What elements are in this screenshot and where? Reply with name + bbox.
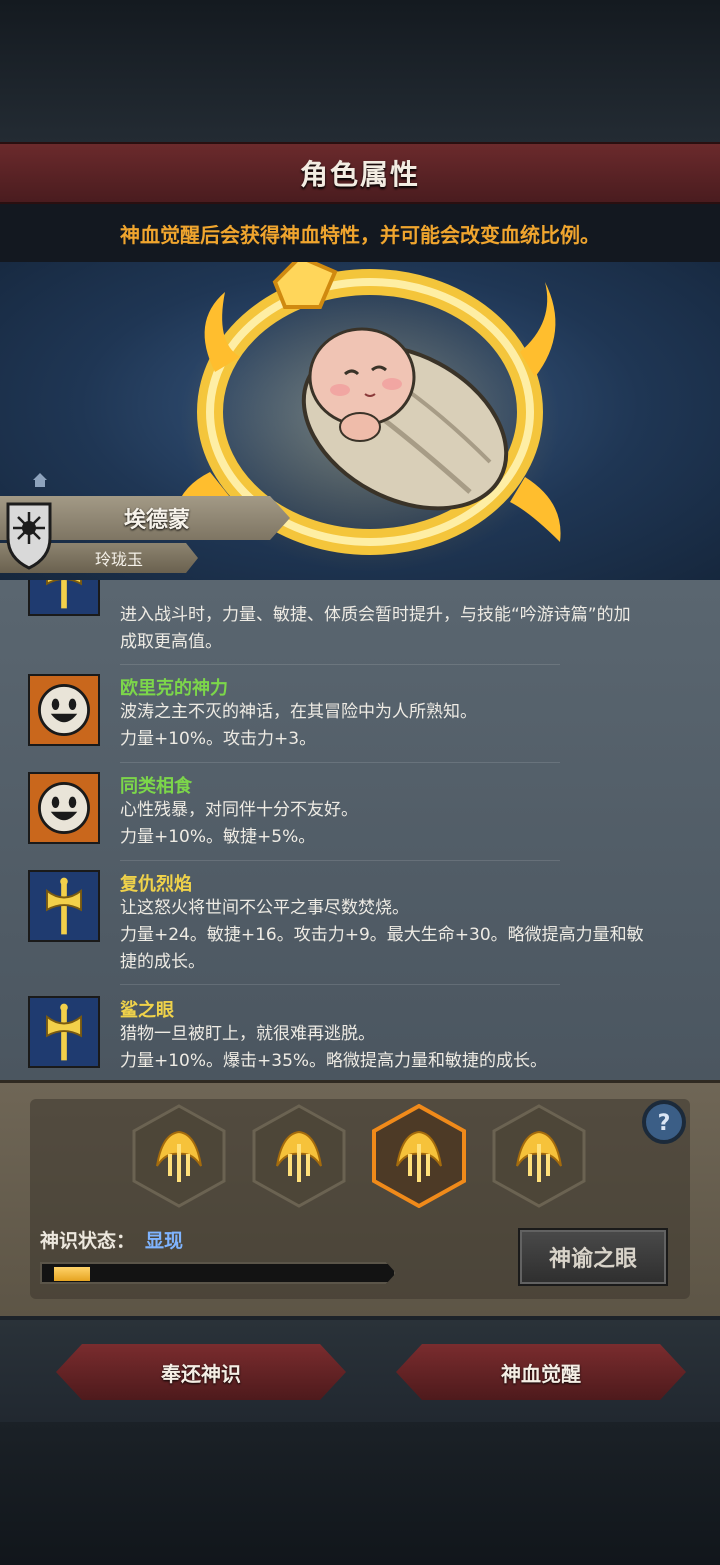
- return-divine-sense-label: 奉还神识: [161, 1361, 241, 1386]
- trait-name: 欧里克的神力: [120, 678, 228, 699]
- svg-text:?: ?: [658, 1111, 671, 1136]
- trait-description: 猎物一旦被盯上，就很难再逃脱。: [120, 1024, 375, 1044]
- trait-list[interactable]: 进入战斗时，力量、敏捷、体质会暂时提升，与技能“吟游诗篇”的加 成取更高值。 欧…: [0, 580, 720, 1080]
- axe-icon: [28, 996, 100, 1068]
- divider: [120, 984, 560, 985]
- trait-description: 进入战斗时，力量、敏捷、体质会暂时提升，与技能“吟游诗篇”的加: [120, 605, 631, 625]
- trait-effect: 力量+10%。攻击力+3。: [120, 729, 317, 749]
- divider: [120, 664, 560, 665]
- divine-slot-2[interactable]: [252, 1104, 346, 1208]
- divider: [120, 762, 560, 763]
- oracle-eye-label: 神谕之眼: [548, 1247, 637, 1272]
- trait-effect-continued: 捷的成长。: [120, 952, 205, 972]
- hint-bar: 神血觉醒后会获得神血特性，并可能会改变血统比例。: [0, 204, 720, 262]
- trait-name: 同类相食: [120, 776, 192, 797]
- divine-state-label: 神识状态：: [40, 1230, 136, 1252]
- divine-progress-bar: [40, 1262, 396, 1284]
- help-question-icon[interactable]: ?: [641, 1099, 687, 1145]
- home-icon: [33, 473, 47, 487]
- divine-slot-3-selected[interactable]: [372, 1104, 466, 1208]
- title-bar: 角色属性: [0, 142, 720, 204]
- progress-fill: [54, 1267, 90, 1281]
- divine-blood-awaken-button[interactable]: 神血觉醒: [396, 1344, 686, 1400]
- trait-name: 复仇烈焰: [120, 874, 192, 895]
- axe-icon: [28, 870, 100, 942]
- character-name: 埃德蒙: [124, 508, 191, 533]
- divine-slot-4[interactable]: [492, 1104, 586, 1208]
- divine-slot-1[interactable]: [132, 1104, 226, 1208]
- page-title: 角色属性: [299, 158, 420, 191]
- divine-blood-awaken-label: 神血觉醒: [501, 1361, 581, 1386]
- trait-effect: 力量+24。敏捷+16。攻击力+9。最大生命+30。略微提高力量和敏: [120, 925, 644, 945]
- smiley-face-icon: [28, 772, 100, 844]
- trait-effect: 成取更高值。: [120, 632, 222, 652]
- smiley-face-icon: [28, 674, 100, 746]
- trait-effect: 力量+10%。敏捷+5%。: [120, 827, 316, 847]
- trait-description: 心性残暴，对同伴十分不友好。: [120, 800, 358, 820]
- sun-shield-crest-icon: [6, 502, 52, 570]
- awakening-hint: 神血觉醒后会获得神血特性，并可能会改变血统比例。: [120, 222, 600, 247]
- return-divine-sense-button[interactable]: 奉还神识: [56, 1344, 346, 1400]
- divider: [120, 860, 560, 861]
- trait-name: 鲨之眼: [120, 1000, 174, 1021]
- divine-state-value: 显现: [145, 1230, 184, 1252]
- axe-icon: [28, 580, 100, 616]
- bottom-background: [0, 1422, 720, 1565]
- trait-effect: 力量+10%。爆击+35%。略微提高力量和敏捷的成长。: [120, 1051, 548, 1071]
- top-background: [0, 0, 720, 142]
- character-subtitle: 玲珑玉: [95, 550, 144, 569]
- trait-description: 波涛之主不灭的神话，在其冒险中为人所熟知。: [120, 702, 477, 722]
- trait-description: 让这怒火将世间不公平之事尽数焚烧。: [120, 898, 409, 918]
- oracle-eye-button[interactable]: 神谕之眼: [518, 1228, 668, 1286]
